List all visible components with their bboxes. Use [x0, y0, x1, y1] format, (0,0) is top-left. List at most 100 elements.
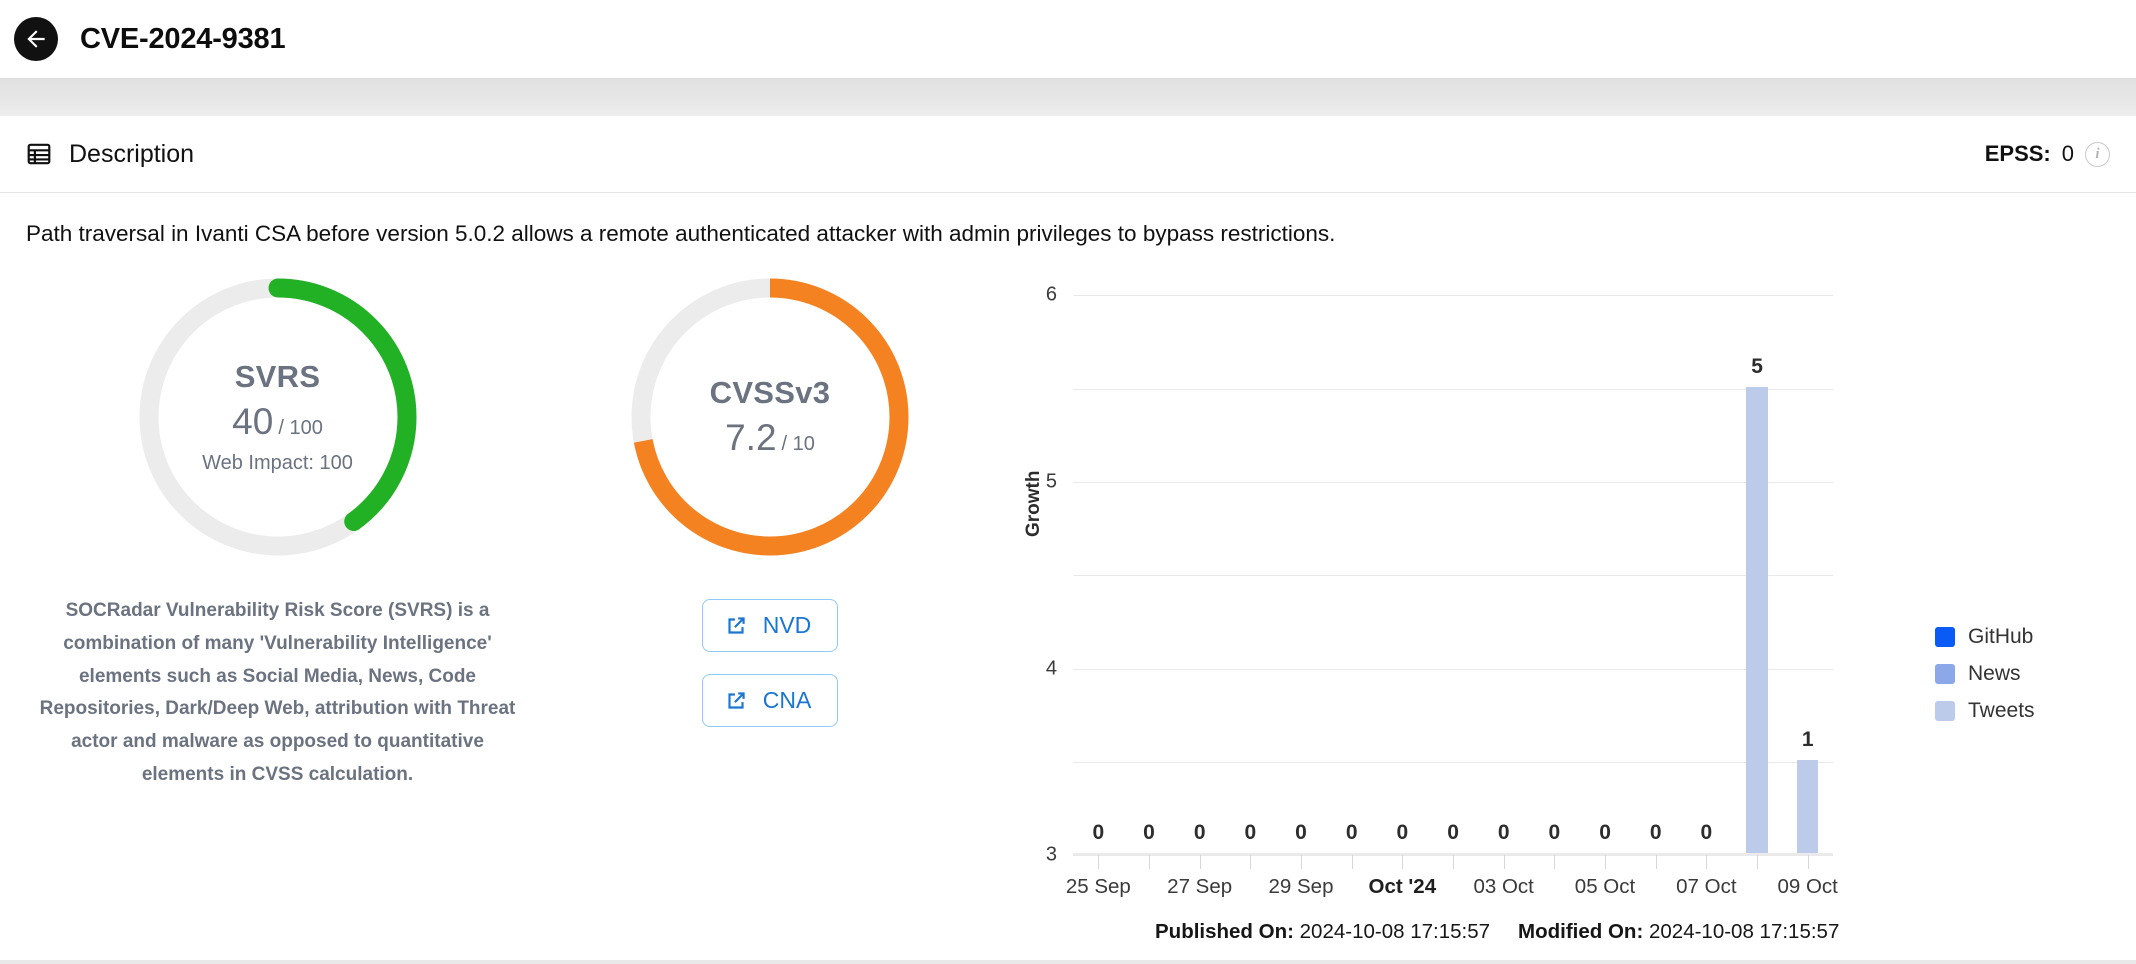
page-title: CVE-2024-9381 — [80, 22, 286, 55]
chart-bar-slot[interactable]: 0 — [1174, 295, 1225, 853]
chart-plot-area: 6543210 000000000000051 25 Sep27 Sep29 S… — [1046, 284, 1838, 899]
cna-link-button[interactable]: CNA — [701, 674, 839, 728]
main-content: SVRS 40 / 100 Web Impact: 100 SOCRadar V… — [0, 249, 2136, 899]
published-on-label: Published On: — [1155, 920, 1294, 943]
chart-bar-value-label: 0 — [1548, 821, 1561, 845]
epss-value: 0 — [2061, 141, 2074, 166]
chart-legend-label: Tweets — [1968, 699, 2035, 723]
chart-bar-value-label: 0 — [1345, 821, 1358, 845]
chart-bar-slot[interactable]: 0 — [1478, 295, 1529, 853]
chart-x-tickmark — [1301, 855, 1302, 870]
header-divider-band — [0, 78, 2136, 116]
chart-bar[interactable] — [1797, 760, 1819, 854]
chart-x-tickmark — [1402, 855, 1404, 870]
chart-legend: GitHub News Tweets — [1935, 625, 2035, 723]
chart-y-axis-label: Growth — [1023, 470, 1044, 538]
published-on-value: 2024-10-08 17:15:57 — [1299, 920, 1491, 943]
modified-on-label: Modified On: — [1518, 920, 1644, 943]
chart-x-tickmark — [1199, 855, 1201, 870]
chart-bar-value-label: 0 — [1700, 821, 1713, 845]
chart-bar-value-label: 0 — [1092, 821, 1105, 845]
chart-x-tick-label: Oct '24 — [1368, 875, 1437, 899]
chart-bar-slot[interactable]: 0 — [1529, 295, 1580, 853]
chart-x-tick-label: 05 Oct — [1574, 875, 1636, 899]
svrs-description-note: SOCRadar Vulnerability Risk Score (SVRS)… — [39, 600, 516, 785]
chart-x-axis-labels: 25 Sep 27 Sep 29 Sep Oct '24 03 Oct 05 Oct 07 … — [1066, 875, 1838, 905]
chart-x-tickmark — [1807, 855, 1809, 870]
chart-y-tick-label: 3 — [1045, 843, 1057, 866]
chart-legend-swatch — [1935, 701, 1955, 722]
chart-legend-item[interactable]: GitHub — [1935, 625, 2035, 649]
chart-bar-value-label: 0 — [1244, 821, 1257, 845]
chart-legend-swatch — [1935, 627, 1955, 648]
chart-x-tickmark — [1706, 855, 1708, 870]
chart-bar-value-label: 0 — [1599, 821, 1611, 845]
chart-x-tickmark — [1757, 855, 1758, 870]
chart-bar-slot[interactable]: 0 — [1225, 295, 1276, 853]
chart-bar-slot[interactable]: 0 — [1326, 295, 1377, 853]
chart-x-tick-label: 07 Oct — [1676, 875, 1737, 899]
chart-bar-value-label: 0 — [1447, 821, 1459, 845]
chart-x-tickmark — [1453, 855, 1454, 870]
external-links: NVD CNA — [555, 599, 985, 728]
back-button[interactable] — [14, 17, 58, 61]
chart-bar-value-label: 0 — [1193, 821, 1206, 845]
chart-x-tickmark — [1149, 855, 1150, 870]
back-arrow-icon — [27, 30, 45, 48]
chart-legend-item[interactable]: News — [1935, 662, 2035, 686]
chart-bar-slot[interactable]: 0 — [1681, 295, 1732, 853]
chart-x-tickmark — [1554, 855, 1556, 870]
cvss-column: CVSSv3 7.2 / 10 NVD CNA — [555, 267, 985, 728]
info-icon[interactable]: i — [2085, 141, 2110, 167]
chart-bar-value-label: 1 — [1801, 728, 1814, 752]
svrs-gauge-wrapper: SVRS 40 / 100 Web Impact: 100 — [0, 267, 555, 567]
nvd-link-label: NVD — [762, 612, 812, 639]
chart-x-tickmark — [1605, 855, 1606, 870]
table-list-icon — [27, 143, 51, 165]
cvss-gauge: CVSSv3 7.2 / 10 — [620, 267, 920, 567]
description-header-left: Description — [26, 140, 194, 169]
growth-chart-column: Growth 6543210 000000000000051 25 Sep27 … — [985, 267, 2136, 899]
chart-bar-slot[interactable]: 0 — [1580, 295, 1631, 853]
chart-x-tickmark — [1655, 855, 1657, 870]
description-title: Description — [69, 139, 195, 168]
chart-bar-value-label: 0 — [1143, 821, 1155, 845]
chart-legend-item[interactable]: Tweets — [1935, 699, 2035, 723]
chart-x-tickmarks — [1073, 855, 1833, 871]
chart-bar-slot[interactable]: 0 — [1276, 295, 1327, 853]
cve-detail-page: CVE-2024-9381 Description EPSS: 0 i Path… — [0, 0, 2136, 964]
chart-bar-slot[interactable]: 5 — [1732, 295, 1783, 854]
page-header: CVE-2024-9381 — [0, 0, 2136, 78]
chart-y-tick-label: 6 — [1045, 283, 1057, 306]
chart-bar-slot[interactable]: 0 — [1073, 295, 1124, 853]
chart-legend-swatch — [1935, 664, 1955, 685]
chart-x-tickmark — [1250, 855, 1252, 870]
svrs-column: SVRS 40 / 100 Web Impact: 100 SOCRadar V… — [0, 267, 555, 791]
description-text: Path traversal in Ivanti CSA before vers… — [26, 221, 1336, 246]
chart-x-tickmark — [1503, 855, 1505, 870]
epss-block: EPSS: 0 i — [1985, 141, 2110, 167]
chart-bar-slot[interactable]: 0 — [1630, 295, 1681, 853]
chart-bar-slot[interactable]: 0 — [1124, 295, 1175, 853]
chart-x-tickmark — [1351, 855, 1353, 870]
chart-bar-slot[interactable]: 0 — [1428, 295, 1479, 853]
nvd-link-button[interactable]: NVD — [701, 599, 839, 653]
chart-bar-value-label: 5 — [1751, 354, 1763, 378]
chart-bar-value-label: 0 — [1396, 821, 1409, 845]
chart-x-tick-label: 03 Oct — [1473, 875, 1534, 899]
chart-y-tick-label: 5 — [1045, 470, 1057, 493]
bottom-divider — [0, 960, 2136, 964]
chart-bars: 0 0 0 0 0 0 0 0 0 0 0 0 0 5 1 — [1073, 295, 1833, 854]
chart-legend-label: News — [1968, 662, 2021, 686]
chart-bar[interactable] — [1746, 386, 1768, 854]
chart-bar-value-label: 0 — [1649, 821, 1662, 845]
date-footer: Published On: 2024-10-08 17:15:57 Modifi… — [1155, 920, 1839, 944]
external-link-icon — [728, 617, 745, 634]
chart-x-tick-label: 09 Oct — [1777, 875, 1838, 899]
chart-bar-value-label: 0 — [1497, 821, 1510, 845]
chart-bar-slot[interactable]: 1 — [1782, 295, 1833, 854]
chart-bar-slot[interactable]: 0 — [1377, 295, 1428, 853]
svrs-gauge: SVRS 40 / 100 Web Impact: 100 — [128, 267, 428, 567]
chart-x-tick-label: 27 Sep — [1167, 875, 1233, 899]
chart-x-tick-label: 29 Sep — [1268, 875, 1334, 899]
